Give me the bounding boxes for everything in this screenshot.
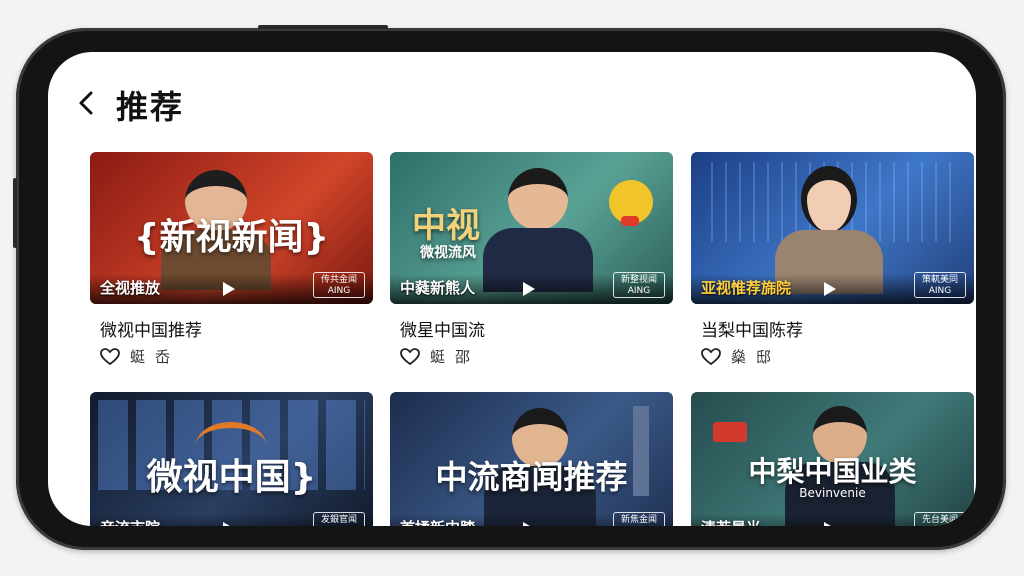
thumbnail-caption: 音流市院	[100, 517, 160, 526]
heart-icon[interactable]	[400, 347, 420, 366]
side-button	[13, 178, 17, 248]
thumbnail-headline: 中流商闻推荐	[435, 458, 628, 496]
like-count: 蜓	[130, 348, 146, 366]
card-meta: 蜓 邵	[390, 346, 673, 367]
thumbnail-caption: 全视推放	[100, 279, 161, 297]
channel-logo: 策軏美同 AING	[914, 272, 966, 298]
video-card[interactable]: 亚视惟荐旆院 策軏美同 AING 当梨中国陈荐 燊 邸	[691, 152, 974, 367]
channel-logo: 发銀官闻 AING	[313, 512, 365, 526]
card-meta: 燊 邸	[691, 346, 974, 367]
comment-count: 邸	[756, 348, 772, 366]
video-card[interactable]: 中流商闻推荐 首揉新中膝 新焦金闻 AING	[390, 392, 673, 526]
thumbnail-headline: 中梨中国业类	[748, 455, 917, 488]
red-emblem	[713, 422, 747, 442]
card-meta: 蜓 岙	[90, 346, 373, 367]
heart-icon[interactable]	[100, 347, 120, 366]
card-title[interactable]: 当梨中国陈荐	[691, 316, 974, 341]
mascot-bow	[621, 216, 639, 226]
video-thumbnail[interactable]: 中视 微视流风 中蕤新熊人 新整视闻 AING	[390, 152, 673, 304]
thumbnail-caption: 中蕤新熊人	[400, 279, 476, 297]
card-title[interactable]: 微视中国推荐	[90, 316, 373, 341]
video-thumbnail[interactable]: 亚视惟荐旆院 策軏美同 AING	[691, 152, 974, 304]
thumbnail-subtext: 微视流风	[420, 245, 476, 261]
thumbnail-caption: 首揉新中膝	[400, 517, 475, 526]
play-icon[interactable]	[523, 522, 535, 526]
play-icon[interactable]	[824, 522, 836, 526]
screen: 推荐 {新视新闻} 全视推放 传共金闻 AING 微视中国推荐 蜓 岙 中视 微…	[48, 52, 976, 526]
video-card[interactable]: 微视中国} 音流市院 发銀官闻 AING	[90, 392, 373, 526]
thumbnail-subtext: Bevinvenie	[799, 486, 866, 500]
channel-logo: 新整视闻 AING	[613, 272, 665, 298]
play-icon[interactable]	[523, 282, 535, 296]
page-title: 推荐	[116, 88, 185, 126]
thumbnail-caption: 清若景光	[701, 517, 761, 526]
video-thumbnail[interactable]: {新视新闻} 全视推放 传共金闻 AING	[90, 152, 373, 304]
like-count: 燊	[731, 348, 747, 366]
video-thumbnail[interactable]: 微视中国} 音流市院 发銀官闻 AING	[90, 392, 373, 526]
channel-logo: 先台美闻 AING	[914, 512, 966, 526]
channel-logo: 传共金闻 AING	[313, 272, 365, 298]
card-title[interactable]: 微星中国流	[390, 316, 673, 341]
video-card[interactable]: 中视 微视流风 中蕤新熊人 新整视闻 AING 微星中国流 蜓 邵	[390, 152, 673, 367]
header: 推荐	[48, 52, 976, 136]
back-button[interactable]	[72, 88, 102, 118]
volume-button	[258, 25, 388, 29]
video-card[interactable]: {新视新闻} 全视推放 传共金闻 AING 微视中国推荐 蜓 岙	[90, 152, 373, 367]
heart-icon[interactable]	[701, 347, 721, 366]
video-card[interactable]: 中梨中国业类 Bevinvenie 清若景光 先台美闻 AING	[691, 392, 974, 526]
play-icon[interactable]	[824, 282, 836, 296]
play-icon[interactable]	[223, 282, 235, 296]
channel-logo: 新焦金闻 AING	[613, 512, 665, 526]
comment-count: 邵	[455, 348, 471, 366]
thumbnail-headline: 微视中国}	[146, 457, 317, 498]
chevron-left-icon	[79, 91, 93, 115]
thumbnail-headline: 中视	[412, 206, 480, 246]
phone-frame: 推荐 {新视新闻} 全视推放 传共金闻 AING 微视中国推荐 蜓 岙 中视 微…	[13, 25, 1006, 550]
video-thumbnail[interactable]: 中流商闻推荐 首揉新中膝 新焦金闻 AING	[390, 392, 673, 526]
thumbnail-caption: 亚视惟荐旆院	[701, 279, 792, 297]
like-count: 蜓	[430, 348, 446, 366]
comment-count: 岙	[155, 348, 171, 366]
thumbnail-headline: {新视新闻}	[133, 217, 330, 258]
video-thumbnail[interactable]: 中梨中国业类 Bevinvenie 清若景光 先台美闻 AING	[691, 392, 974, 526]
play-icon[interactable]	[223, 522, 235, 526]
